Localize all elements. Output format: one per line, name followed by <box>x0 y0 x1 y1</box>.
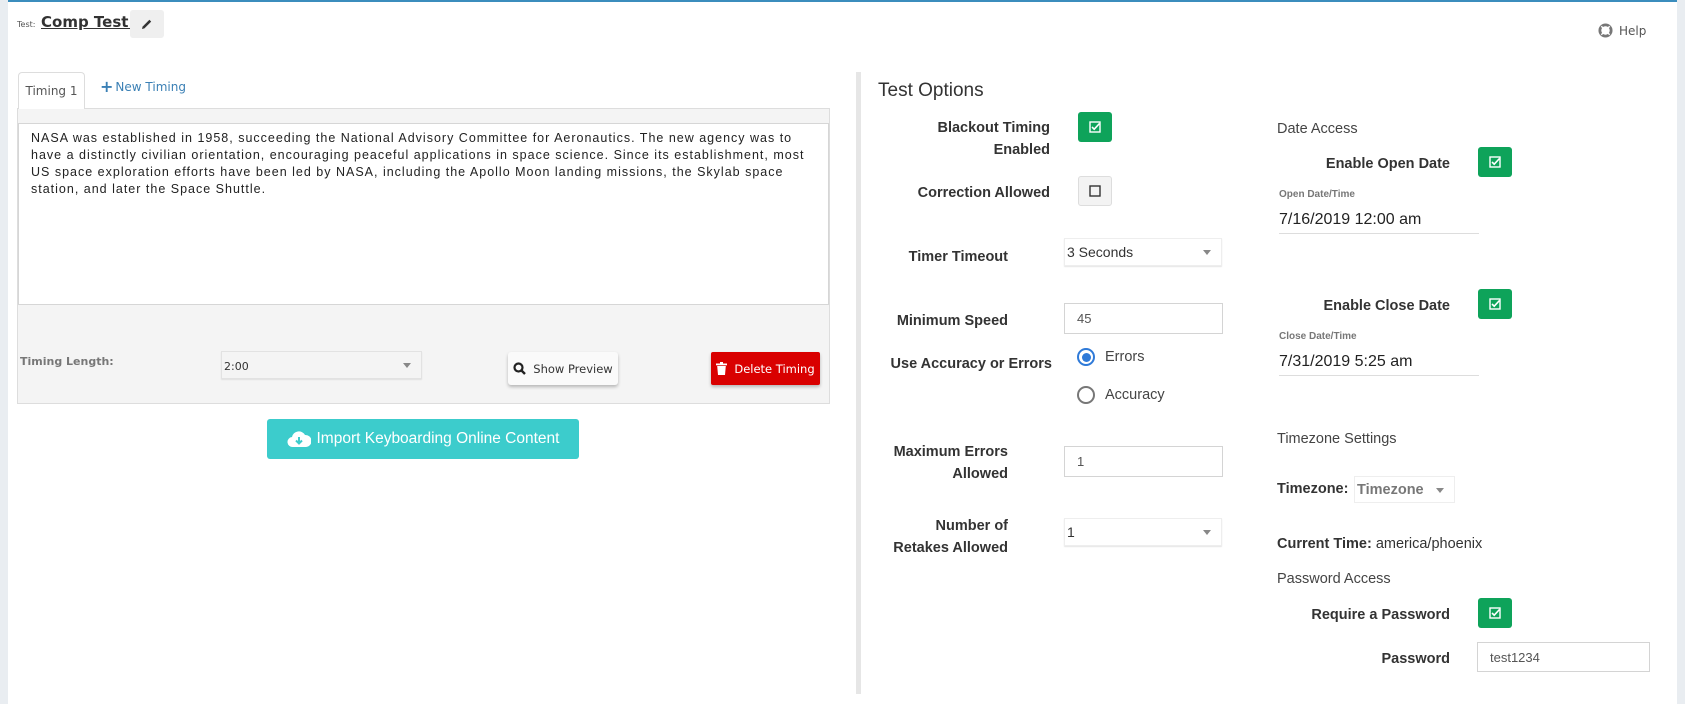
open-date-input[interactable]: 7/16/2019 12:00 am <box>1279 211 1479 234</box>
minimum-speed-value: 45 <box>1077 311 1092 326</box>
password-value: test1234 <box>1490 649 1540 665</box>
current-time-label: Current Time: <box>1277 536 1372 552</box>
left-edge-strip <box>0 0 8 704</box>
radio-errors-label: Errors <box>1105 349 1145 365</box>
close-date-field-label: Close Date/Time <box>1279 331 1357 342</box>
help-label: Help <box>1619 23 1647 38</box>
require-password-checkbox[interactable] <box>1478 598 1512 628</box>
edit-title-button[interactable] <box>130 10 164 38</box>
accuracy-errors-label: Use Accuracy or Errors <box>890 356 1052 372</box>
timezone-heading: Timezone Settings <box>1277 431 1397 447</box>
empty-box-icon <box>1089 185 1101 197</box>
plus-icon: + <box>100 77 114 96</box>
timezone-select[interactable]: Timezone <box>1354 476 1455 503</box>
max-errors-value: 1 <box>1077 454 1085 469</box>
right-edge-strip <box>1677 0 1685 704</box>
current-time-row: Current Time: america/phoenix <box>1277 536 1482 552</box>
delete-timing-button[interactable]: Delete Timing <box>711 352 820 385</box>
title-prefix: Test: <box>17 20 36 29</box>
timing-length-value: 2:00 <box>224 360 249 373</box>
enable-open-date-checkbox[interactable] <box>1478 147 1512 177</box>
correction-allowed-checkbox[interactable] <box>1078 176 1112 206</box>
password-input[interactable]: test1234 <box>1477 642 1650 672</box>
date-access-heading: Date Access <box>1277 121 1358 137</box>
trash-icon <box>716 362 728 375</box>
caret-down-icon <box>1436 488 1444 493</box>
password-access-heading: Password Access <box>1277 571 1391 587</box>
timer-timeout-value: 3 Seconds <box>1067 244 1134 260</box>
pencil-icon <box>142 19 152 29</box>
retakes-select[interactable]: 1 <box>1064 518 1222 546</box>
enable-close-date-checkbox[interactable] <box>1478 289 1512 319</box>
close-date-input[interactable]: 7/31/2019 5:25 am <box>1279 353 1479 376</box>
enable-open-date-label: Enable Open Date <box>1325 156 1450 172</box>
blackout-timing-checkbox[interactable] <box>1078 112 1112 142</box>
delete-timing-label: Delete Timing <box>734 361 815 376</box>
timezone-value: Timezone <box>1357 481 1424 498</box>
timing-length-select[interactable]: 2:00 <box>221 351 422 379</box>
radio-accuracy-label: Accuracy <box>1105 387 1165 403</box>
timing-length-label: Timing Length: <box>20 355 114 368</box>
password-label: Password <box>1381 651 1451 667</box>
caret-down-icon <box>1203 250 1211 255</box>
radio-errors[interactable]: Errors <box>1077 348 1144 366</box>
minimum-speed-input[interactable]: 45 <box>1064 303 1223 334</box>
blackout-timing-label: Blackout Timing Enabled <box>937 120 1050 158</box>
help-link[interactable]: Help <box>1598 23 1646 38</box>
test-options-heading: Test Options <box>878 80 984 101</box>
max-errors-label: Maximum Errors Allowed <box>893 444 1008 482</box>
tab-new-timing-label: New Timing <box>115 80 186 94</box>
minimum-speed-label: Minimum Speed <box>896 313 1008 329</box>
show-preview-button[interactable]: Show Preview <box>508 352 618 385</box>
current-time-value: america/phoenix <box>1375 536 1483 552</box>
checked-box-icon <box>1089 121 1101 133</box>
checked-box-icon <box>1489 156 1501 168</box>
checked-box-icon <box>1489 298 1501 310</box>
enable-close-date-label: Enable Close Date <box>1323 298 1450 314</box>
tab-timing-1[interactable]: Timing 1 <box>18 72 85 109</box>
timezone-label: Timezone: <box>1277 481 1349 497</box>
search-icon <box>513 362 527 375</box>
timer-timeout-label: Timer Timeout <box>908 249 1008 265</box>
radio-unselected-icon <box>1077 386 1095 404</box>
cloud-download-icon <box>286 431 311 448</box>
column-divider <box>856 72 861 694</box>
timer-timeout-select[interactable]: 3 Seconds <box>1064 238 1222 266</box>
tab-new-timing[interactable]: + New Timing <box>100 77 186 96</box>
import-content-label: Import Keyboarding Online Content <box>316 430 560 447</box>
retakes-value: 1 <box>1067 524 1075 540</box>
require-password-label: Require a Password <box>1311 607 1450 623</box>
test-title-link[interactable]: Comp Test 1 <box>41 13 144 31</box>
timing-text-input[interactable]: NASA was established in 1958, succeeding… <box>18 123 829 305</box>
max-errors-input[interactable]: 1 <box>1064 446 1223 477</box>
top-accent-bar <box>8 0 1677 2</box>
checked-box-icon <box>1489 607 1501 619</box>
caret-down-icon <box>1203 530 1211 535</box>
life-ring-icon <box>1598 23 1613 38</box>
show-preview-label: Show Preview <box>533 361 613 376</box>
caret-down-icon <box>403 363 411 368</box>
import-content-button[interactable]: Import Keyboarding Online Content <box>267 419 579 459</box>
retakes-label: Number of Retakes Allowed <box>893 518 1008 556</box>
radio-selected-icon <box>1077 348 1095 366</box>
radio-accuracy[interactable]: Accuracy <box>1077 386 1165 404</box>
open-date-field-label: Open Date/Time <box>1279 189 1355 200</box>
tab-timing-1-label: Timing 1 <box>25 84 78 98</box>
correction-allowed-label: Correction Allowed <box>917 185 1050 201</box>
